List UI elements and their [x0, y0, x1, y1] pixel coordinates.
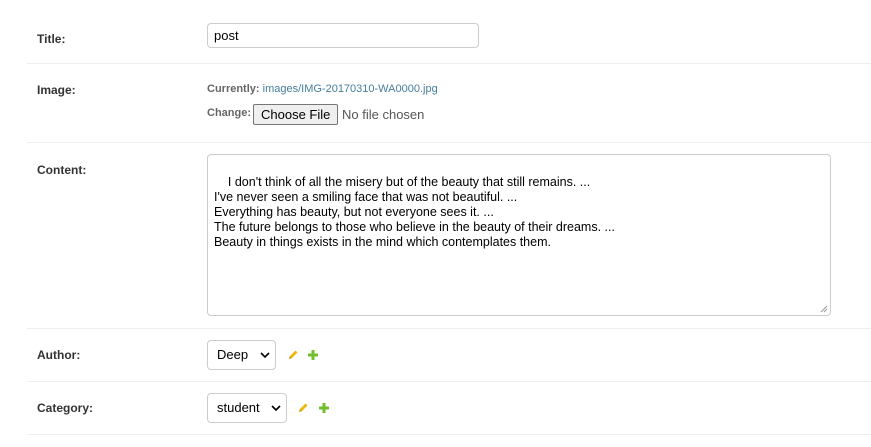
- author-label: Author:: [37, 348, 81, 362]
- resize-grip-icon[interactable]: [820, 305, 828, 313]
- title-input[interactable]: post: [207, 23, 479, 48]
- add-author-plus-icon[interactable]: [307, 349, 319, 361]
- category-label: Category:: [37, 401, 94, 415]
- edit-category-pencil-icon[interactable]: [297, 402, 309, 414]
- content-text: I don't think of all the misery but of t…: [214, 175, 615, 249]
- change-label: Change:: [207, 107, 251, 119]
- chevron-down-icon: [271, 405, 281, 412]
- currently-label: Currently:: [207, 83, 260, 95]
- image-row: [27, 63, 871, 143]
- content-label: Content:: [37, 163, 87, 177]
- no-file-chosen-text: No file chosen: [342, 107, 425, 122]
- add-category-plus-icon[interactable]: [318, 402, 330, 414]
- category-selected-value: student: [217, 400, 260, 415]
- author-select[interactable]: Deep: [207, 340, 276, 370]
- current-file-link[interactable]: images/IMG-20170310-WA0000.jpg: [263, 83, 438, 95]
- image-label: Image:: [37, 83, 76, 97]
- category-row: [27, 381, 871, 435]
- author-row: [27, 328, 871, 382]
- edit-author-pencil-icon[interactable]: [287, 349, 299, 361]
- author-selected-value: Deep: [217, 347, 249, 362]
- chevron-down-icon: [260, 352, 270, 359]
- choose-file-button[interactable]: Choose File: [253, 104, 339, 125]
- current-file-line: Currently: images/IMG-20170310-WA0000.jp…: [207, 83, 438, 95]
- category-select[interactable]: student: [207, 393, 287, 423]
- content-textarea[interactable]: I don't think of all the misery but of t…: [207, 154, 831, 316]
- title-label: Title:: [37, 32, 66, 46]
